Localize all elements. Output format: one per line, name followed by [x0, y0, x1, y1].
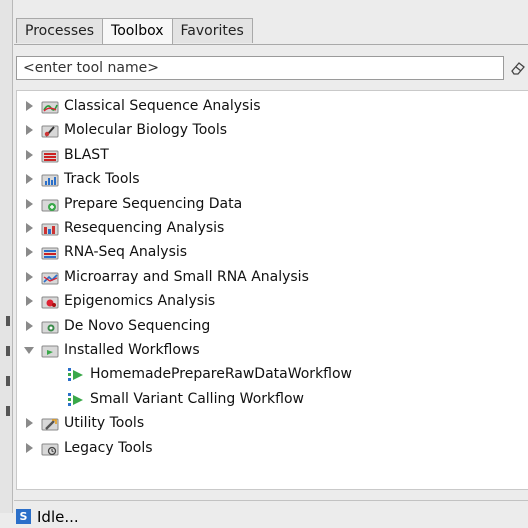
prepare-sequencing-data-icon: [41, 199, 59, 212]
expand-arrow-right-icon[interactable]: [24, 173, 34, 185]
tool-search: [16, 56, 528, 82]
edge-notch: [6, 316, 10, 326]
expand-arrow-right-icon[interactable]: [24, 222, 34, 234]
expand-arrow-right-icon[interactable]: [24, 295, 34, 307]
tree-item-molecular-biology-tools[interactable]: Molecular Biology Tools: [17, 118, 227, 142]
workflow-label: HomemadePrepareRawDataWorkflow: [90, 366, 353, 383]
resequencing-analysis-icon: [41, 223, 59, 236]
tab-divider: [14, 44, 528, 45]
toolbox-panel: Processes Toolbox Favorites Classical Se…: [14, 14, 528, 528]
expand-arrow-right-icon[interactable]: [24, 246, 34, 258]
tree-item-label: Legacy Tools: [64, 439, 153, 456]
tree-item-blast[interactable]: BLAST: [17, 143, 109, 167]
workflow-item[interactable]: Small Variant Calling Workflow: [67, 387, 304, 411]
tree-item-microarray[interactable]: Microarray and Small RNA Analysis: [17, 265, 309, 289]
utility-tools-icon: [41, 418, 59, 431]
microarray-icon: [41, 272, 59, 285]
tree-item-track-tools[interactable]: Track Tools: [17, 167, 140, 191]
tree-item-label: De Novo Sequencing: [64, 317, 211, 334]
workflow-label: Small Variant Calling Workflow: [90, 390, 304, 407]
tree-item-label: Utility Tools: [64, 415, 145, 432]
tool-search-input[interactable]: [16, 56, 504, 80]
expand-arrow-right-icon[interactable]: [24, 271, 34, 283]
status-server-icon: S: [16, 509, 31, 524]
tree-item-epigenomics-analysis[interactable]: Epigenomics Analysis: [17, 289, 215, 313]
tab-toolbox[interactable]: Toolbox: [102, 18, 173, 44]
legacy-tools-icon: [41, 443, 59, 456]
molecular-biology-tools-icon: [41, 125, 59, 138]
tree-item-label: Classical Sequence Analysis: [64, 98, 261, 114]
tree-item-label: Installed Workflows: [64, 342, 200, 358]
tree-item-label: Epigenomics Analysis: [64, 293, 216, 310]
left-panel-edge: [0, 0, 13, 513]
tree-item-label: Prepare Sequencing Data: [64, 195, 243, 212]
status-text: Idle...: [37, 508, 79, 526]
tab-processes[interactable]: Processes: [16, 18, 104, 43]
tree-item-utility-tools[interactable]: Utility Tools: [17, 411, 144, 435]
tree-item-prepare-sequencing-data[interactable]: Prepare Sequencing Data: [17, 192, 242, 216]
expand-arrow-right-icon[interactable]: [24, 417, 34, 429]
tree-item-classical-sequence-analysis[interactable]: Classical Sequence Analysis: [17, 94, 261, 118]
tree-item-rna-seq-analysis[interactable]: RNA-Seq Analysis: [17, 240, 187, 264]
tree-item-legacy-tools[interactable]: Legacy Tools: [17, 436, 153, 460]
toolbox-tree: Classical Sequence Analysis Molecular Bio…: [16, 90, 528, 490]
tab-bar: Processes Toolbox Favorites: [16, 18, 253, 44]
workflow-item[interactable]: HomemadePrepareRawDataWorkflow: [67, 362, 352, 386]
expand-arrow-right-icon[interactable]: [24, 149, 34, 161]
epigenomics-analysis-icon: [41, 296, 59, 309]
tree-item-label: Resequencing Analysis: [64, 220, 225, 236]
expand-arrow-right-icon[interactable]: [24, 442, 34, 454]
rna-seq-analysis-icon: [41, 247, 59, 260]
de-novo-sequencing-icon: [41, 321, 59, 334]
tree-item-resequencing-analysis[interactable]: Resequencing Analysis: [17, 216, 224, 240]
tree-item-de-novo-sequencing[interactable]: De Novo Sequencing: [17, 314, 210, 338]
tree-item-label: Track Tools: [64, 171, 140, 188]
tree-item-label: RNA-Seq Analysis: [64, 244, 188, 261]
expand-arrow-right-icon[interactable]: [24, 198, 34, 210]
edge-notch: [6, 346, 10, 356]
expand-arrow-right-icon[interactable]: [24, 320, 34, 332]
workflow-icon: [68, 392, 83, 406]
tree-item-label: BLAST: [64, 146, 109, 163]
track-tools-icon: [41, 174, 59, 187]
workflow-icon: [68, 368, 83, 382]
tree-item-label: Microarray and Small RNA Analysis: [64, 268, 309, 285]
eraser-icon[interactable]: [510, 60, 526, 76]
classical-sequence-analysis-icon: [41, 101, 59, 114]
installed-workflows-icon: [41, 345, 59, 358]
tab-favorites[interactable]: Favorites: [171, 18, 253, 43]
blast-icon: [41, 150, 59, 163]
expand-arrow-right-icon[interactable]: [24, 124, 34, 136]
expand-arrow-down-icon[interactable]: [24, 344, 34, 356]
edge-notch: [6, 406, 10, 416]
expand-arrow-right-icon[interactable]: [24, 100, 34, 112]
tree-item-installed-workflows[interactable]: Installed Workflows: [17, 338, 200, 362]
edge-notch: [6, 376, 10, 386]
tree-item-label: Molecular Biology Tools: [64, 122, 228, 139]
status-bar: S Idle...: [14, 500, 528, 528]
